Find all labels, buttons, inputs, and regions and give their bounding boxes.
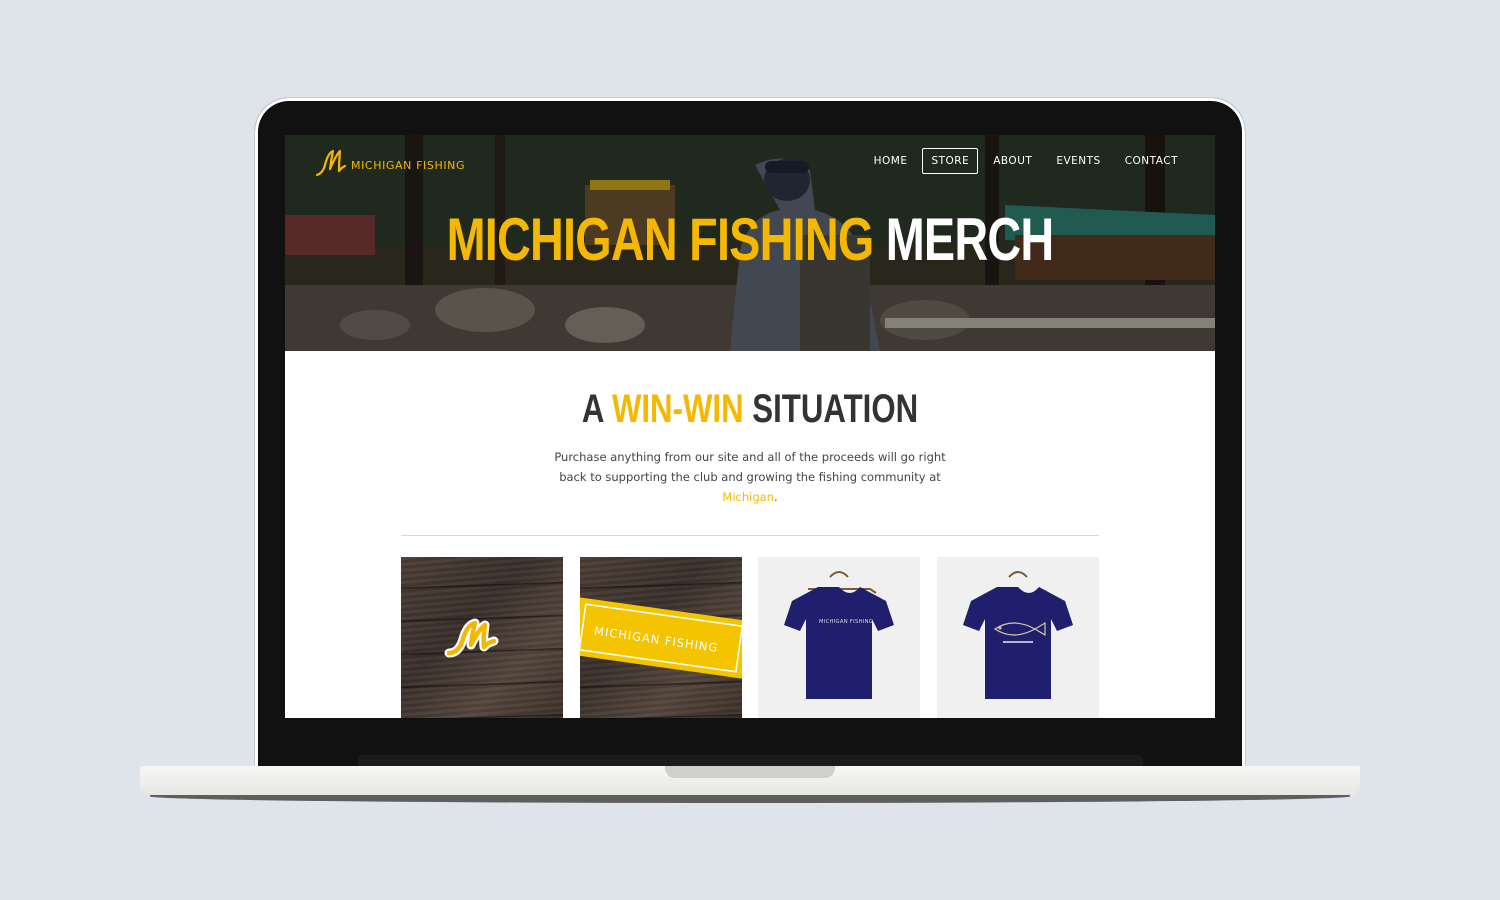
product-tshirt-logo[interactable]: MICHIGAN FISHING [758, 557, 920, 718]
logo-m-icon [315, 149, 347, 177]
tshirt-logo-image: MICHIGAN FISHING [784, 571, 894, 699]
intro-end: . [773, 490, 778, 504]
browser-screen: MICHIGAN FISHING HOME STORE ABOUT EVENTS… [285, 135, 1215, 718]
nav-contact[interactable]: CONTACT [1116, 149, 1187, 173]
hero-banner: MICHIGAN FISHING HOME STORE ABOUT EVENTS… [285, 135, 1215, 351]
tshirt-print-text: MICHIGAN FISHING [819, 619, 873, 625]
logo-m-sticker-icon [444, 618, 499, 658]
nav-home[interactable]: HOME [865, 149, 917, 173]
hero-title-rest: MERCH [885, 206, 1054, 273]
intro-paragraph: Purchase anything from our site and all … [540, 447, 960, 507]
laptop-notch [665, 766, 835, 778]
product-tshirt-fish[interactable] [937, 557, 1099, 718]
hero-title: MICHIGAN FISHING MERCH [387, 205, 1112, 275]
site-logo[interactable]: MICHIGAN FISHING [315, 147, 465, 177]
intro-text: Purchase anything from our site and all … [554, 450, 946, 484]
logo-text: MICHIGAN FISHING [351, 158, 466, 172]
hero-title-highlight: MICHIGAN FISHING [446, 206, 875, 273]
main-nav: HOME STORE ABOUT EVENTS CONTACT [865, 148, 1187, 174]
nav-store[interactable]: STORE [922, 148, 979, 174]
nav-events[interactable]: EVENTS [1047, 149, 1109, 173]
banner-sticker: MICHIGAN FISHING [580, 597, 742, 680]
intro-link-michigan[interactable]: Michigan [722, 490, 774, 504]
section-title-highlight: WIN-WIN [611, 387, 744, 431]
laptop-foot [150, 795, 1350, 803]
product-logo-sticker[interactable] [401, 557, 563, 718]
section-title-a: A [581, 387, 604, 431]
tshirt-fish-image [963, 571, 1073, 699]
section-divider [401, 535, 1099, 536]
nav-about[interactable]: ABOUT [984, 149, 1041, 173]
section-title-rest: SITUATION [752, 387, 919, 431]
section-title: A WIN-WIN SITUATION [387, 385, 1112, 433]
product-banner-sticker[interactable]: MICHIGAN FISHING [580, 557, 742, 718]
